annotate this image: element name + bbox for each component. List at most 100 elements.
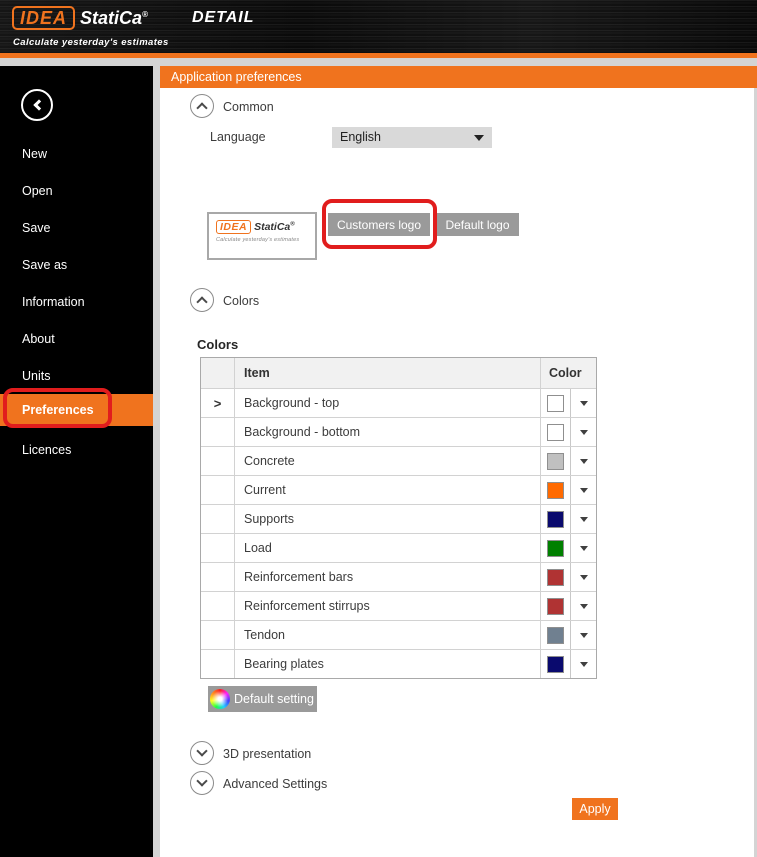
color-swatch-cell[interactable]	[541, 389, 571, 417]
color-dropdown-button[interactable]	[571, 592, 596, 620]
colors-table: Item Color > Background - top Background -…	[200, 357, 597, 679]
color-swatch-cell[interactable]	[541, 621, 571, 649]
color-picker-control[interactable]	[540, 447, 596, 475]
chevron-down-icon	[474, 135, 484, 141]
colors-table-body: > Background - top Background - bottom Conc…	[201, 388, 596, 678]
color-item-label: Bearing plates	[244, 657, 324, 671]
color-item-label: Concrete	[244, 454, 295, 468]
registered-mark: ®	[142, 9, 148, 19]
color-picker-control[interactable]	[540, 476, 596, 504]
chevron-down-icon	[196, 745, 208, 757]
color-table-row[interactable]: Background - bottom	[201, 417, 596, 446]
triangle-down-icon	[579, 574, 588, 580]
color-dropdown-button[interactable]	[571, 650, 596, 678]
triangle-down-icon	[579, 487, 588, 493]
header-tagline: Calculate yesterday's estimates	[13, 37, 169, 48]
apply-button[interactable]: Apply	[572, 798, 618, 820]
sidebar-item-about[interactable]: About	[0, 326, 153, 352]
color-swatch	[547, 655, 564, 673]
color-dropdown-button[interactable]	[571, 476, 596, 504]
color-table-row[interactable]: > Background - top	[201, 388, 596, 417]
color-picker-control[interactable]	[540, 592, 596, 620]
sidebar-item-save-as[interactable]: Save as	[0, 252, 153, 278]
color-table-row[interactable]: Tendon	[201, 620, 596, 649]
preview-statica-text: StatiCa®	[254, 221, 295, 233]
color-dropdown-button[interactable]	[571, 418, 596, 446]
chevron-up-icon	[196, 102, 208, 114]
color-dropdown-button[interactable]	[571, 447, 596, 475]
sidebar-item-save[interactable]: Save	[0, 215, 153, 241]
item-column-header: Item	[244, 365, 270, 380]
color-dropdown-button[interactable]	[571, 505, 596, 533]
color-table-row[interactable]: Bearing plates	[201, 649, 596, 678]
default-setting-button[interactable]: Default setting	[208, 686, 317, 712]
product-name: DETAIL	[191, 9, 255, 26]
page-title: Application preferences	[160, 66, 757, 88]
color-table-row[interactable]: Reinforcement stirrups	[201, 591, 596, 620]
color-column-header: Color	[540, 358, 596, 388]
color-picker-control[interactable]	[540, 505, 596, 533]
3d-presentation-expand-toggle[interactable]	[190, 741, 214, 765]
advanced-settings-section-label: Advanced Settings	[223, 777, 328, 791]
default-logo-button[interactable]: Default logo	[436, 213, 519, 236]
row-selector-chevron-right-icon: >	[201, 389, 235, 417]
color-dropdown-button[interactable]	[571, 563, 596, 591]
color-picker-control[interactable]	[540, 621, 596, 649]
back-button[interactable]	[21, 89, 53, 121]
color-item-label: Current	[244, 483, 286, 497]
color-picker-control[interactable]	[540, 534, 596, 562]
color-swatch	[547, 597, 564, 615]
language-label: Language	[210, 130, 266, 144]
sidebar-item-open[interactable]: Open	[0, 178, 153, 204]
colors-collapse-toggle[interactable]	[190, 288, 214, 312]
color-dropdown-button[interactable]	[571, 389, 596, 417]
sidebar-item-preferences[interactable]: Preferences	[0, 394, 153, 426]
app-header: IDEA StatiCa® DETAIL Calculate yesterday…	[0, 0, 757, 53]
color-swatch-cell[interactable]	[541, 447, 571, 475]
triangle-down-icon	[579, 632, 588, 638]
advanced-settings-expand-toggle[interactable]	[190, 771, 214, 795]
color-picker-control[interactable]	[540, 389, 596, 417]
color-dropdown-button[interactable]	[571, 534, 596, 562]
sidebar-item-licences[interactable]: Licences	[0, 437, 153, 463]
color-swatch-cell[interactable]	[541, 563, 571, 591]
color-table-row[interactable]: Load	[201, 533, 596, 562]
color-table-row[interactable]: Concrete	[201, 446, 596, 475]
sidebar: New Open Save Save as Information About Units P…	[0, 66, 153, 857]
sidebar-item-units[interactable]: Units	[0, 363, 153, 389]
color-dropdown-button[interactable]	[571, 621, 596, 649]
color-swatch-cell[interactable]	[541, 534, 571, 562]
color-picker-control[interactable]	[540, 563, 596, 591]
triangle-down-icon	[579, 458, 588, 464]
sidebar-item-new[interactable]: New	[0, 141, 153, 167]
chevron-up-icon	[196, 296, 208, 308]
row-selector-cell	[201, 592, 235, 620]
statica-logo-text: StatiCa®	[80, 7, 148, 28]
language-select[interactable]: English	[332, 127, 492, 148]
color-item-label: Supports	[244, 512, 295, 526]
triangle-down-icon	[579, 661, 588, 667]
color-picker-control[interactable]	[540, 418, 596, 446]
color-swatch	[547, 626, 564, 644]
idea-logo: IDEA	[12, 6, 76, 30]
color-swatch-cell[interactable]	[541, 505, 571, 533]
common-section-label: Common	[223, 100, 274, 114]
common-collapse-toggle[interactable]	[190, 94, 214, 118]
color-swatch-cell[interactable]	[541, 592, 571, 620]
chevron-left-icon	[33, 99, 45, 111]
customers-logo-button[interactable]: Customers logo	[328, 213, 430, 236]
color-picker-control[interactable]	[540, 650, 596, 678]
color-table-row[interactable]: Supports	[201, 504, 596, 533]
selector-column-header	[201, 358, 235, 388]
sidebar-item-information[interactable]: Information	[0, 289, 153, 315]
triangle-down-icon	[579, 400, 588, 406]
color-item-label: Background - bottom	[244, 425, 361, 439]
color-table-row[interactable]: Current	[201, 475, 596, 504]
color-swatch-cell[interactable]	[541, 650, 571, 678]
color-swatch-cell[interactable]	[541, 476, 571, 504]
preview-idea-logo: IDEA	[216, 220, 252, 234]
color-swatch-cell[interactable]	[541, 418, 571, 446]
color-table-row[interactable]: Reinforcement bars	[201, 562, 596, 591]
color-swatch	[547, 481, 564, 499]
logo-preview: IDEA StatiCa® Calculate yesterday's esti…	[207, 212, 317, 260]
